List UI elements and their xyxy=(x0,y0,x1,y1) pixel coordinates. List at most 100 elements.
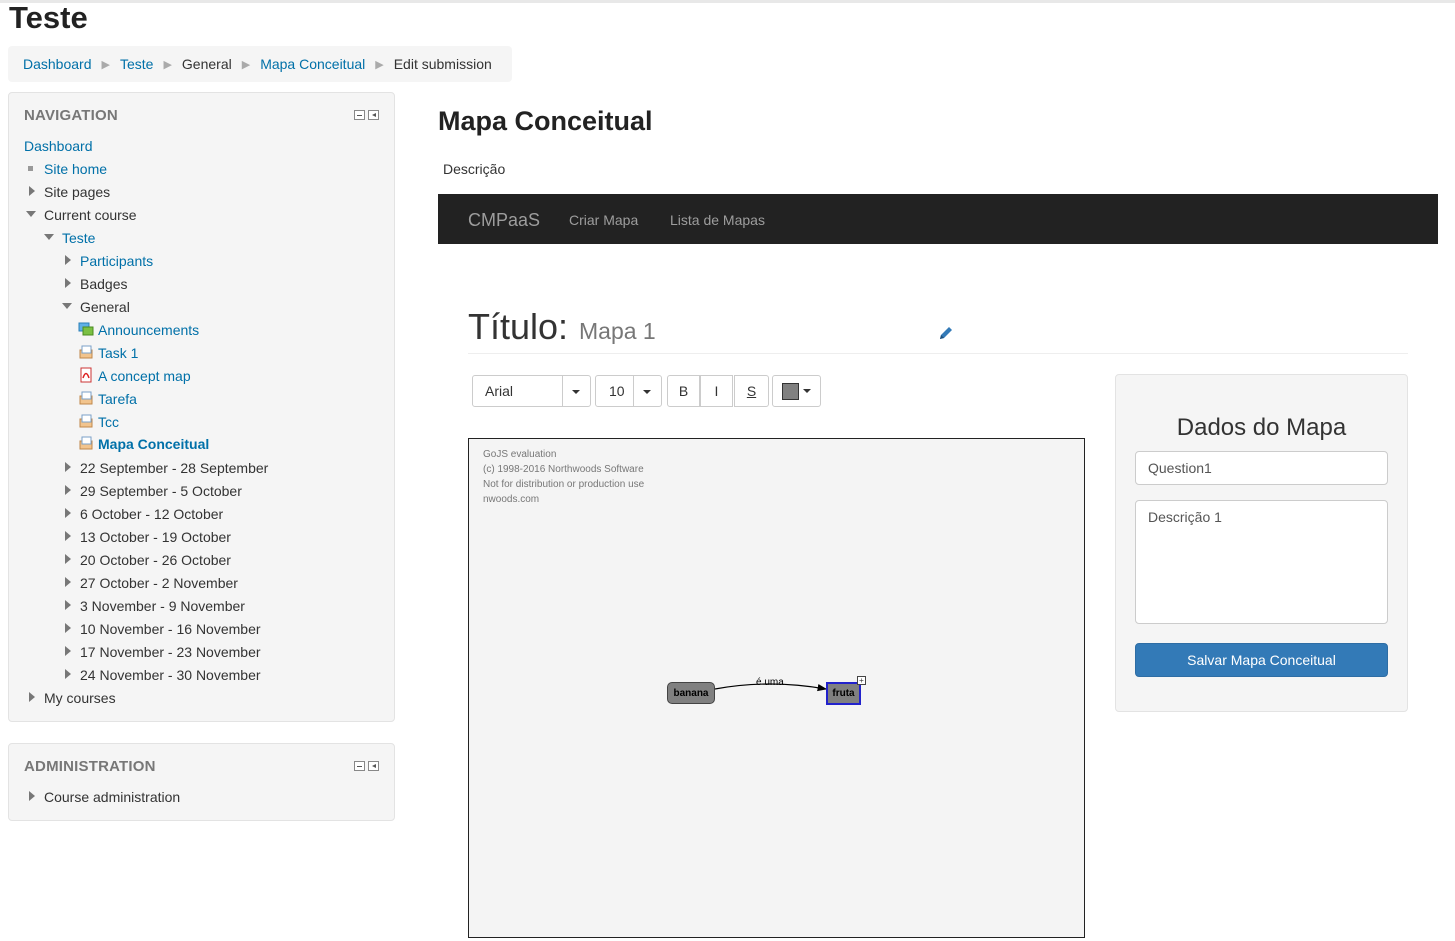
font-family-value: Arial xyxy=(485,383,514,399)
nav-site-pages[interactable]: Site pages xyxy=(44,184,110,200)
pencil-icon[interactable] xyxy=(937,324,955,342)
nav-tcc[interactable]: Tcc xyxy=(98,414,119,430)
navbar-criar-mapa[interactable]: Criar Mapa xyxy=(569,212,638,228)
nav-course-teste[interactable]: Teste xyxy=(62,230,95,246)
nav-week[interactable]: 20 October - 26 October xyxy=(80,552,231,568)
concept-link[interactable] xyxy=(469,439,1084,937)
breadcrumb-edit-submission: Edit submission xyxy=(393,56,492,72)
assignment-icon xyxy=(79,391,93,405)
title-divider xyxy=(468,353,1408,354)
expand-arrow-icon[interactable] xyxy=(29,791,35,801)
nav-week[interactable]: 3 November - 9 November xyxy=(80,598,245,614)
nav-site-home[interactable]: Site home xyxy=(44,161,107,177)
expand-arrow-icon[interactable] xyxy=(65,646,71,656)
font-family-select[interactable]: Arial xyxy=(472,375,591,407)
bullet-icon xyxy=(28,166,33,171)
dock-icon[interactable] xyxy=(368,761,379,771)
administration-title: ADMINISTRATION xyxy=(24,758,156,775)
diagram-canvas[interactable]: GoJS evaluation (c) 1998-2016 Northwoods… xyxy=(468,438,1085,938)
italic-button[interactable]: I xyxy=(700,375,733,407)
font-dropdown-toggle[interactable] xyxy=(562,376,590,406)
concept-node-fruta[interactable]: fruta xyxy=(826,682,861,705)
nav-my-courses[interactable]: My courses xyxy=(44,690,116,706)
breadcrumb-dashboard[interactable]: Dashboard xyxy=(23,56,92,72)
nav-general[interactable]: General xyxy=(80,299,130,315)
nav-badges[interactable]: Badges xyxy=(80,276,127,292)
expand-arrow-icon[interactable] xyxy=(65,485,71,495)
nav-week[interactable]: 27 October - 2 November xyxy=(80,575,238,591)
nav-week[interactable]: 10 November - 16 November xyxy=(80,621,261,637)
caret-down-icon xyxy=(643,390,651,394)
app-navbar: CMPaaS Criar Mapa Lista de Mapas xyxy=(438,194,1438,244)
map-title-value[interactable]: Mapa 1 xyxy=(579,318,656,345)
nav-week[interactable]: 29 September - 5 October xyxy=(80,483,242,499)
nav-dashboard[interactable]: Dashboard xyxy=(24,138,93,154)
breadcrumb-teste[interactable]: Teste xyxy=(120,56,153,72)
top-border xyxy=(0,0,1455,3)
question-input[interactable]: Question1 xyxy=(1135,451,1388,485)
nav-task-1[interactable]: Task 1 xyxy=(98,345,138,361)
map-title-label: Título: xyxy=(468,306,569,347)
navigation-title: NAVIGATION xyxy=(24,107,118,124)
administration-block: ADMINISTRATION Course administration xyxy=(8,743,395,821)
size-dropdown-toggle[interactable] xyxy=(633,376,661,406)
strikethrough-button[interactable]: S xyxy=(734,375,769,407)
nav-week[interactable]: 13 October - 19 October xyxy=(80,529,231,545)
nav-week[interactable]: 6 October - 12 October xyxy=(80,506,223,522)
nav-week[interactable]: 22 September - 28 September xyxy=(80,460,268,476)
save-map-button[interactable]: Salvar Mapa Conceitual xyxy=(1135,643,1388,677)
caret-down-icon xyxy=(803,389,811,393)
page-title: Teste xyxy=(9,0,88,35)
minimize-icon[interactable] xyxy=(354,110,365,120)
minimize-icon[interactable] xyxy=(354,761,365,771)
expand-node-icon[interactable]: + xyxy=(857,676,866,685)
expand-arrow-icon[interactable] xyxy=(65,278,71,288)
expand-arrow-icon[interactable] xyxy=(29,186,35,196)
nav-concept-map[interactable]: A concept map xyxy=(98,368,191,384)
nav-announcements[interactable]: Announcements xyxy=(98,322,199,338)
navigation-block: NAVIGATION Dashboard Site home Site page… xyxy=(8,92,395,722)
collapse-arrow-icon[interactable] xyxy=(44,234,54,240)
collapse-arrow-icon[interactable] xyxy=(26,211,36,217)
forum-icon xyxy=(78,322,94,336)
expand-arrow-icon[interactable] xyxy=(65,255,71,265)
expand-arrow-icon[interactable] xyxy=(65,623,71,633)
expand-arrow-icon[interactable] xyxy=(65,577,71,587)
expand-arrow-icon[interactable] xyxy=(29,692,35,702)
breadcrumb-separator-icon: ▶ xyxy=(101,58,110,71)
breadcrumb-mapa-conceitual[interactable]: Mapa Conceitual xyxy=(260,56,365,72)
bold-label: B xyxy=(678,383,689,399)
expand-arrow-icon[interactable] xyxy=(65,462,71,472)
collapse-arrow-icon[interactable] xyxy=(62,303,72,309)
content-title: Mapa Conceitual xyxy=(438,106,653,136)
breadcrumb-separator-icon: ▶ xyxy=(241,58,251,71)
breadcrumb-separator-icon: ▶ xyxy=(375,58,384,71)
assignment-icon xyxy=(79,414,93,428)
expand-arrow-icon[interactable] xyxy=(65,600,71,610)
content-description: Descrição xyxy=(443,161,506,177)
panel-title: Dados do Mapa xyxy=(1176,414,1347,441)
nav-current-course[interactable]: Current course xyxy=(44,207,137,223)
color-picker-button[interactable] xyxy=(772,375,821,407)
expand-arrow-icon[interactable] xyxy=(65,554,71,564)
expand-arrow-icon[interactable] xyxy=(65,508,71,518)
breadcrumb: Dashboard ▶ Teste ▶ General ▶ Mapa Conce… xyxy=(8,46,512,82)
nav-mapa-conceitual[interactable]: Mapa Conceitual xyxy=(98,436,209,452)
concept-node-banana[interactable]: banana xyxy=(667,682,715,704)
breadcrumb-general: General xyxy=(181,56,232,72)
navbar-brand[interactable]: CMPaaS xyxy=(468,210,540,231)
navbar-lista-de-mapas[interactable]: Lista de Mapas xyxy=(670,212,765,228)
expand-arrow-icon[interactable] xyxy=(65,669,71,679)
expand-arrow-icon[interactable] xyxy=(65,531,71,541)
nav-participants[interactable]: Participants xyxy=(80,253,153,269)
nav-course-administration[interactable]: Course administration xyxy=(44,789,180,805)
nav-week[interactable]: 17 November - 23 November xyxy=(80,644,261,660)
link-label[interactable]: é uma xyxy=(756,677,784,688)
dock-icon[interactable] xyxy=(368,110,379,120)
nav-week[interactable]: 24 November - 30 November xyxy=(80,667,261,683)
description-textarea[interactable]: Descrição 1 xyxy=(1135,500,1388,624)
assignment-icon xyxy=(79,436,93,450)
bold-button[interactable]: B xyxy=(667,375,700,407)
nav-tarefa[interactable]: Tarefa xyxy=(98,391,137,407)
font-size-select[interactable]: 10 xyxy=(595,375,662,407)
